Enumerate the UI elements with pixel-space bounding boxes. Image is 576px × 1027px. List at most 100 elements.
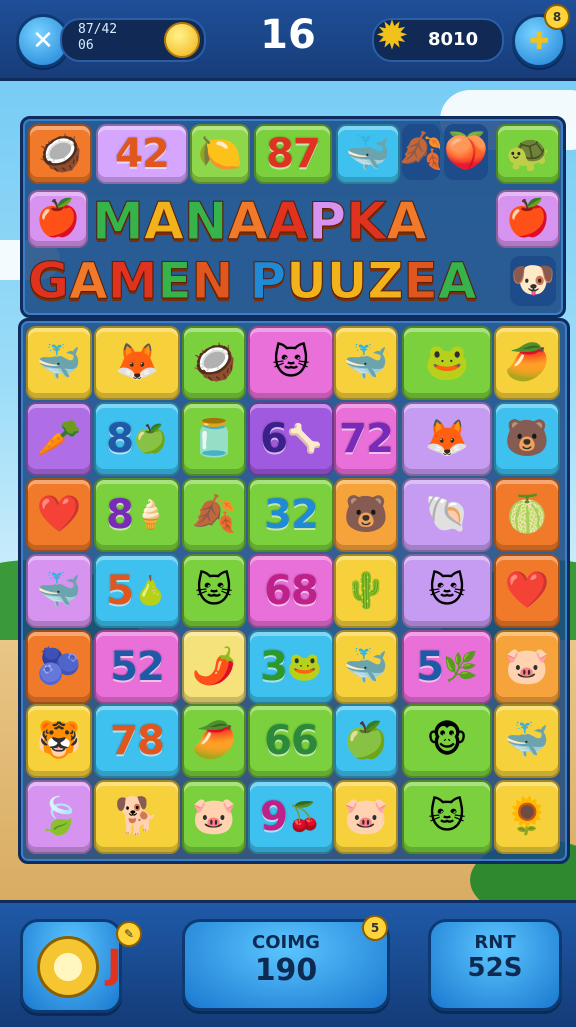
board-tile[interactable]: 8 🍦 (94, 478, 180, 552)
board-tile[interactable]: 68 (248, 554, 334, 628)
title-letter: A (386, 192, 427, 253)
tile-icon: 🌶️ (191, 646, 237, 687)
stats-line-1: 87/42 (78, 22, 118, 37)
rnt-button[interactable]: RNT 52S (428, 919, 562, 1011)
board-tile[interactable]: 🐱 (248, 326, 334, 400)
tile-icon: 🥭 (191, 720, 237, 761)
top-bar: ✕ 87/42 06 16 ✹ 8010 ✚ 8 (0, 0, 576, 81)
board-tile[interactable]: 3 🐸 (248, 630, 334, 704)
tile-icon: 🐶 (510, 260, 556, 301)
board-tile[interactable]: 🐚 (402, 478, 492, 552)
tile-number: 32 (264, 492, 319, 538)
board-tile[interactable]: ❤️ (26, 478, 92, 552)
board-tile[interactable]: 🍏 (334, 704, 398, 778)
tile-number: 5 (416, 644, 444, 690)
header-tile: 🍑 (444, 124, 488, 180)
board-tile[interactable]: 🐷 (334, 780, 398, 854)
header-tile: 42 (96, 124, 188, 184)
board-tile[interactable]: 🐳 (334, 630, 398, 704)
board-tile[interactable]: 🌵 (334, 554, 398, 628)
tile-number: 8 (106, 416, 134, 462)
tile-number: 68 (264, 568, 319, 614)
dog-face-icon (37, 936, 99, 998)
tile-icon: 🥥 (191, 342, 237, 383)
coins-button[interactable]: COIMG 190 (182, 919, 390, 1011)
tile-icon: 🍂 (402, 131, 440, 172)
board-tile[interactable]: 🐕 (94, 780, 180, 854)
rnt-label: RNT (474, 932, 516, 953)
notification-badge: 8 (544, 4, 570, 30)
board-tile[interactable]: 66 (248, 704, 334, 778)
board-tile[interactable]: 🐯 (26, 704, 92, 778)
board-tile[interactable]: 🐳 (26, 326, 92, 400)
board-tile[interactable]: 🐱 (402, 554, 492, 628)
tile-icon: 🍏 (343, 720, 389, 761)
board-tile[interactable]: 🥕 (26, 402, 92, 476)
title-letter: M (92, 192, 145, 253)
header-tile: 87 (254, 124, 332, 184)
tile-icon: 🐷 (191, 796, 237, 837)
board-tile[interactable]: 78 (94, 704, 180, 778)
booster-button[interactable]: J (20, 919, 122, 1013)
header-tile: 🐳 (336, 124, 400, 184)
board-tile[interactable]: 🍂 (182, 478, 246, 552)
board-tile[interactable]: 52 (94, 630, 180, 704)
board-tile[interactable]: 🥭 (182, 704, 246, 778)
board-tile[interactable]: 🐳 (26, 554, 92, 628)
header-tile: 🍎 (496, 190, 560, 248)
board-tile[interactable]: 🐱 (182, 554, 246, 628)
tile-icon: 🐳 (343, 342, 389, 383)
board-tile[interactable]: 🫐 (26, 630, 92, 704)
close-x-icon: ✕ (32, 26, 54, 56)
board-tile[interactable]: 6 🦴 (248, 402, 334, 476)
board-tile[interactable]: 72 (334, 402, 398, 476)
board-tile[interactable]: 🍃 (26, 780, 92, 854)
tile-number: 6 (260, 416, 288, 462)
tile-icon: 🐢 (505, 133, 551, 174)
stats-line-2: 06 (78, 38, 94, 53)
board-tile[interactable]: 🦊 (402, 402, 492, 476)
tile-icon: 🥭 (504, 342, 550, 383)
board-tile[interactable]: 5 🍐 (94, 554, 180, 628)
header-tile: 🐢 (496, 124, 560, 184)
board-tile[interactable]: 🌶️ (182, 630, 246, 704)
board-tile[interactable]: 🐻 (494, 402, 560, 476)
board-tile[interactable]: 🍈 (494, 478, 560, 552)
level-number: 16 (260, 12, 316, 58)
title-letter: A (69, 252, 109, 311)
score-value: 8010 (428, 29, 479, 50)
board-tile[interactable]: 🐳 (494, 704, 560, 778)
bottom-bar: J ✎ COIMG 190 5 RNT 52S (0, 900, 576, 1027)
tile-icon: 🐻 (343, 494, 389, 535)
board-tile[interactable]: 9 🍒 (248, 780, 334, 854)
tile-icon: 🐵 (426, 720, 468, 761)
tile-icon: 🌿 (442, 650, 478, 683)
board-tile[interactable]: 🐱 (402, 780, 492, 854)
board-tile[interactable]: 8 🍏 (94, 402, 180, 476)
board-tile[interactable]: 🫙 (182, 402, 246, 476)
board-tile[interactable]: 🐷 (494, 630, 560, 704)
board-tile[interactable]: 🐳 (334, 326, 398, 400)
board-tile[interactable]: 5 🌿 (402, 630, 492, 704)
header-tile: 🍂 (402, 124, 440, 180)
tile-icon: 🐳 (36, 342, 82, 383)
tile-icon: 🐕 (114, 796, 160, 837)
board-tile[interactable]: 🦊 (94, 326, 180, 400)
coins-badge: 5 (362, 915, 388, 941)
tile-icon: 🐱 (428, 570, 466, 611)
board-tile[interactable]: 🥥 (182, 326, 246, 400)
tile-icon: 🍒 (286, 800, 322, 833)
title-letter: N (184, 192, 229, 253)
board-tile[interactable]: 🌻 (494, 780, 560, 854)
board-tile[interactable]: 🥭 (494, 326, 560, 400)
board-tile[interactable]: 🐷 (182, 780, 246, 854)
title-letter: U (326, 252, 368, 311)
board-tile[interactable]: 32 (248, 478, 334, 552)
board-tile[interactable]: 🐸 (402, 326, 492, 400)
tile-icon: 🍑 (444, 131, 488, 172)
board-tile[interactable]: 🐵 (402, 704, 492, 778)
tile-icon: 🍎 (505, 198, 551, 239)
board-tile[interactable]: 🐻 (334, 478, 398, 552)
tile-number: 87 (266, 131, 321, 177)
board-tile[interactable]: ❤️ (494, 554, 560, 628)
